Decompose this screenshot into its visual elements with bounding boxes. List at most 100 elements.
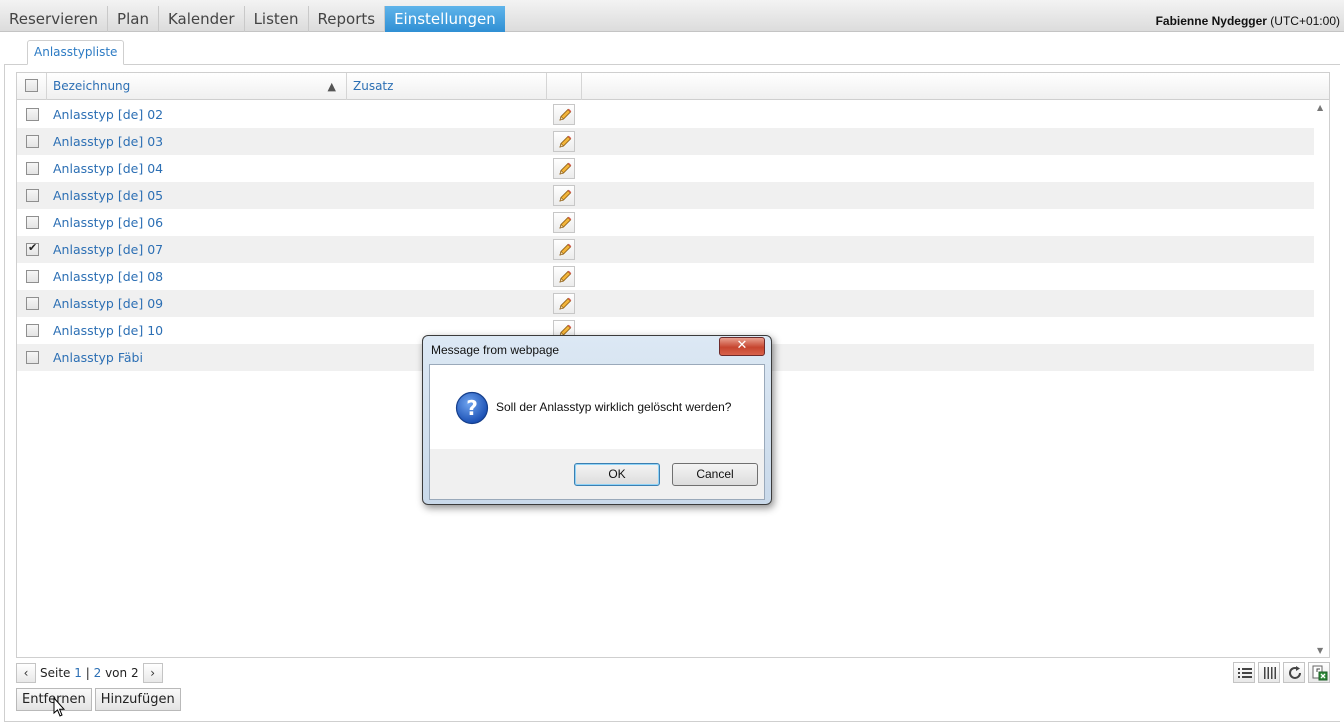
row-edit-button[interactable] [553,158,575,179]
row-checkbox-cell [26,107,39,121]
table-row[interactable]: Anlasstyp [de] 03 [17,128,1314,155]
export-excel-button[interactable] [1308,662,1330,683]
row-checkbox[interactable] [26,216,39,229]
table-row[interactable]: Anlasstyp [de] 06 [17,209,1314,236]
list-view-button[interactable] [1233,662,1255,683]
action-buttons: Entfernen Hinzufügen [16,688,181,711]
row-checkbox[interactable] [26,162,39,175]
row-edit-button[interactable] [553,185,575,206]
user-timezone: (UTC+01:00) [1270,14,1340,28]
row-label-link[interactable]: Anlasstyp [de] 06 [53,209,163,236]
refresh-icon [1289,666,1301,679]
table-row[interactable]: Anlasstyp [de] 08 [17,263,1314,290]
row-edit-button[interactable] [553,212,575,233]
row-checkbox-cell [26,296,39,310]
edit-pencil-icon [559,162,572,175]
pager: ‹ Seite 1 | 2 von 2 › [16,662,163,684]
page-link-1[interactable]: 1 [74,666,82,680]
excel-export-icon [1312,665,1328,681]
row-label-link[interactable]: Anlasstyp Fäbi [53,344,143,371]
column-bezeichnung[interactable]: Bezeichnung ▲ [47,73,347,100]
add-button[interactable]: Hinzufügen [94,688,181,711]
row-checkbox-cell [26,215,39,229]
grid-tools [1233,662,1330,683]
select-all-checkbox[interactable] [25,79,38,92]
table-row[interactable]: Anlasstyp [de] 07 [17,236,1314,263]
edit-pencil-icon [559,270,572,283]
row-label-link[interactable]: Anlasstyp [de] 04 [53,155,163,182]
row-checkbox-cell [26,323,39,337]
row-checkbox[interactable] [26,189,39,202]
row-label-link[interactable]: Anlasstyp [de] 02 [53,101,163,128]
question-icon: ? [455,391,489,425]
tab-plan[interactable]: Plan [108,6,159,32]
table-row[interactable]: Anlasstyp [de] 02 [17,101,1314,128]
row-label-link[interactable]: Anlasstyp [de] 09 [53,290,163,317]
user-name: Fabienne Nydegger [1155,14,1267,28]
scroll-down-icon[interactable]: ▼ [1317,646,1323,655]
column-bezeichnung-label: Bezeichnung [53,79,131,93]
tab-reservieren[interactable]: Reservieren [0,6,109,32]
table-row[interactable]: Anlasstyp [de] 05 [17,182,1314,209]
edit-pencil-icon [559,189,572,202]
row-label-link[interactable]: Anlasstyp [de] 03 [53,128,163,155]
columns-button[interactable] [1258,662,1280,683]
row-edit-button[interactable] [553,239,575,260]
row-checkbox[interactable] [26,135,39,148]
edit-pencil-icon [559,108,572,121]
list-icon [1238,668,1252,678]
table-row[interactable]: Anlasstyp [de] 04 [17,155,1314,182]
table-row[interactable]: Anlasstyp [de] 09 [17,290,1314,317]
header-select-all-cell [17,73,47,100]
tab-reports[interactable]: Reports [309,6,386,32]
of-label: von [105,666,128,680]
row-checkbox[interactable] [26,270,39,283]
row-checkbox[interactable] [26,324,39,337]
row-edit-button[interactable] [553,293,575,314]
refresh-button[interactable] [1283,662,1305,683]
ok-button[interactable]: OK [574,463,660,486]
app-window: Reservieren Plan Kalender Listen Reports… [0,0,1344,724]
row-checkbox-cell [26,188,39,202]
cancel-button[interactable]: Cancel [672,463,758,486]
scroll-up-icon[interactable]: ▲ [1317,103,1323,112]
mouse-pointer-icon [53,697,66,717]
next-page-button[interactable]: › [142,663,163,683]
row-checkbox[interactable] [26,297,39,310]
edit-pencil-icon [559,216,572,229]
row-label-link[interactable]: Anlasstyp [de] 07 [53,236,163,263]
column-zusatz[interactable]: Zusatz [347,73,547,100]
dialog-close-button[interactable]: ✕ [719,337,765,356]
tab-anlasstypliste[interactable]: Anlasstypliste [27,40,125,65]
tab-kalender[interactable]: Kalender [159,6,245,32]
prev-page-button[interactable]: ‹ [16,663,36,683]
row-checkbox[interactable] [26,351,39,364]
sort-ascending-icon: ▲ [327,80,336,93]
row-label-link[interactable]: Anlasstyp [de] 05 [53,182,163,209]
edit-pencil-icon [559,135,572,148]
row-checkbox-cell [26,161,39,175]
row-edit-button[interactable] [553,131,575,152]
tab-einstellungen[interactable]: Einstellungen [385,6,505,32]
row-label-link[interactable]: Anlasstyp [de] 08 [53,263,163,290]
column-zusatz-label: Zusatz [353,79,394,93]
svg-text:?: ? [466,396,478,420]
grid-header: Bezeichnung ▲ Zusatz [17,73,1329,100]
row-edit-button[interactable] [553,266,575,287]
row-checkbox-cell [26,241,39,256]
row-checkbox-cell [26,134,39,148]
row-edit-button[interactable] [553,104,575,125]
dialog-title: Message from webpage [431,343,560,357]
page-link-2[interactable]: 2 [94,666,102,680]
row-checkbox[interactable] [26,241,39,256]
row-checkbox[interactable] [26,108,39,121]
edit-pencil-icon [559,297,572,310]
main-tabs: Reservieren Plan Kalender Listen Reports… [0,6,505,32]
dialog-message: Soll der Anlasstyp wirklich gelöscht wer… [496,400,732,414]
page-label: Seite [40,666,71,680]
row-label-link[interactable]: Anlasstyp [de] 10 [53,317,163,344]
row-checkbox-cell [26,269,39,283]
tab-listen[interactable]: Listen [245,6,309,32]
top-navigation: Reservieren Plan Kalender Listen Reports… [0,0,1344,32]
vertical-scrollbar[interactable]: ▲ ▼ [1314,101,1329,657]
